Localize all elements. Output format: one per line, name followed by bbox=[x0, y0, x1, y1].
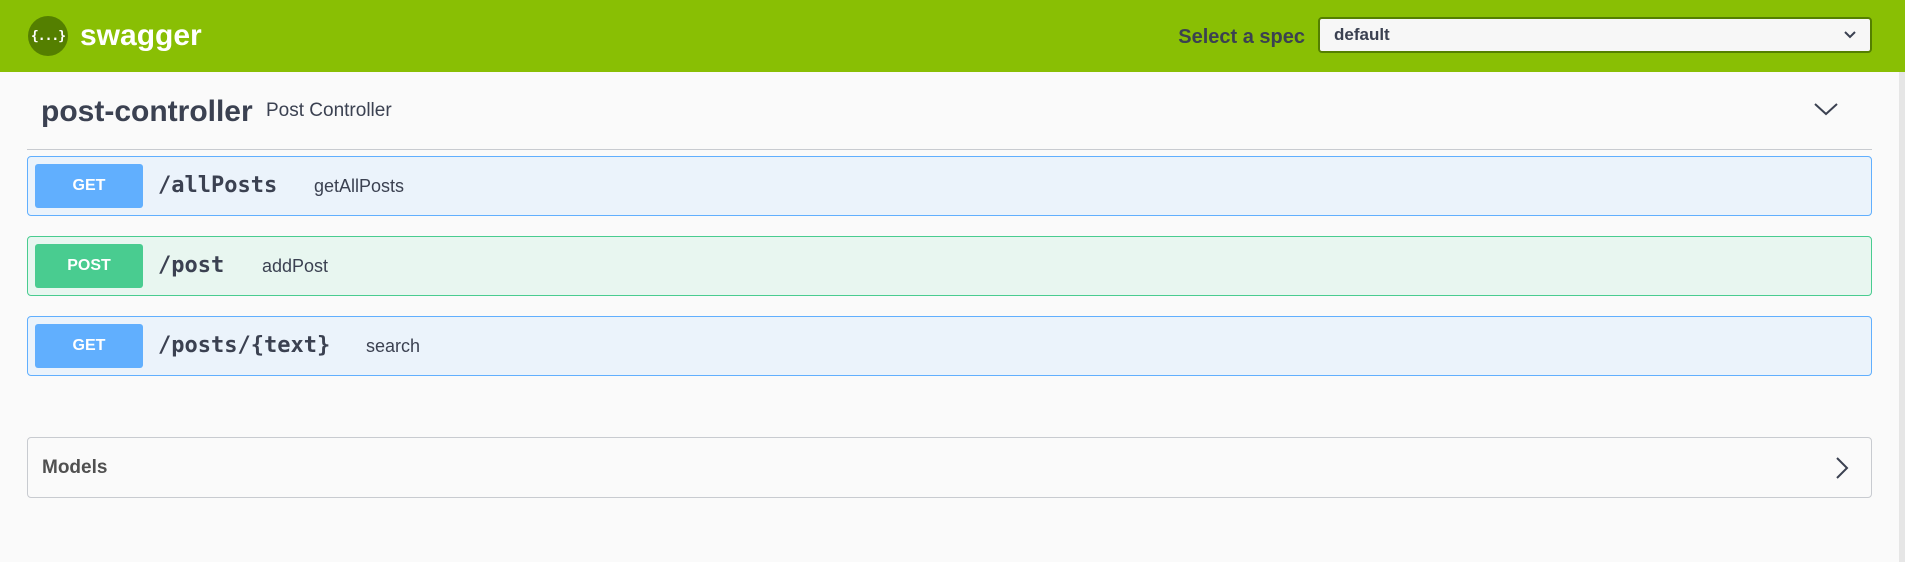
swagger-logo-icon[interactable]: {...} bbox=[28, 16, 68, 56]
operation-summary: getAllPosts bbox=[314, 176, 405, 196]
operation-summary: search bbox=[366, 336, 421, 356]
spec-select-label: Select a spec bbox=[1178, 26, 1305, 48]
models-section[interactable]: Models bbox=[27, 437, 1872, 498]
tag-description: Post Controller bbox=[266, 100, 392, 121]
operation-summary: addPost bbox=[262, 256, 329, 276]
topbar: {...} swagger Select a spec default bbox=[0, 0, 1905, 72]
chevron-down-icon[interactable] bbox=[1811, 94, 1841, 124]
chevron-down-icon bbox=[1844, 31, 1856, 39]
method-badge: GET bbox=[35, 324, 143, 368]
operation-post-post[interactable]: POST /post addPost bbox=[27, 236, 1872, 296]
chevron-right-icon[interactable] bbox=[1828, 454, 1856, 482]
operation-path: /allPosts bbox=[158, 173, 278, 198]
scrollbar[interactable] bbox=[1899, 72, 1905, 562]
spec-select-value: default bbox=[1334, 25, 1390, 44]
operation-path: /posts/{text} bbox=[158, 333, 331, 358]
logo-text[interactable]: swagger bbox=[80, 16, 202, 56]
operation-get-allposts[interactable]: GET /allPosts getAllPosts bbox=[27, 156, 1872, 216]
operation-path: /post bbox=[158, 253, 225, 278]
operation-get-posts-text[interactable]: GET /posts/{text} search bbox=[27, 316, 1872, 376]
method-badge: GET bbox=[35, 164, 143, 208]
tag-name: post-controller bbox=[41, 95, 253, 128]
logo-glyph: {...} bbox=[30, 28, 66, 44]
tag-section-post-controller[interactable]: post-controller Post Controller bbox=[27, 76, 1872, 150]
method-badge: POST bbox=[35, 244, 143, 288]
models-title: Models bbox=[42, 457, 108, 478]
spec-select[interactable]: default bbox=[1318, 17, 1872, 53]
